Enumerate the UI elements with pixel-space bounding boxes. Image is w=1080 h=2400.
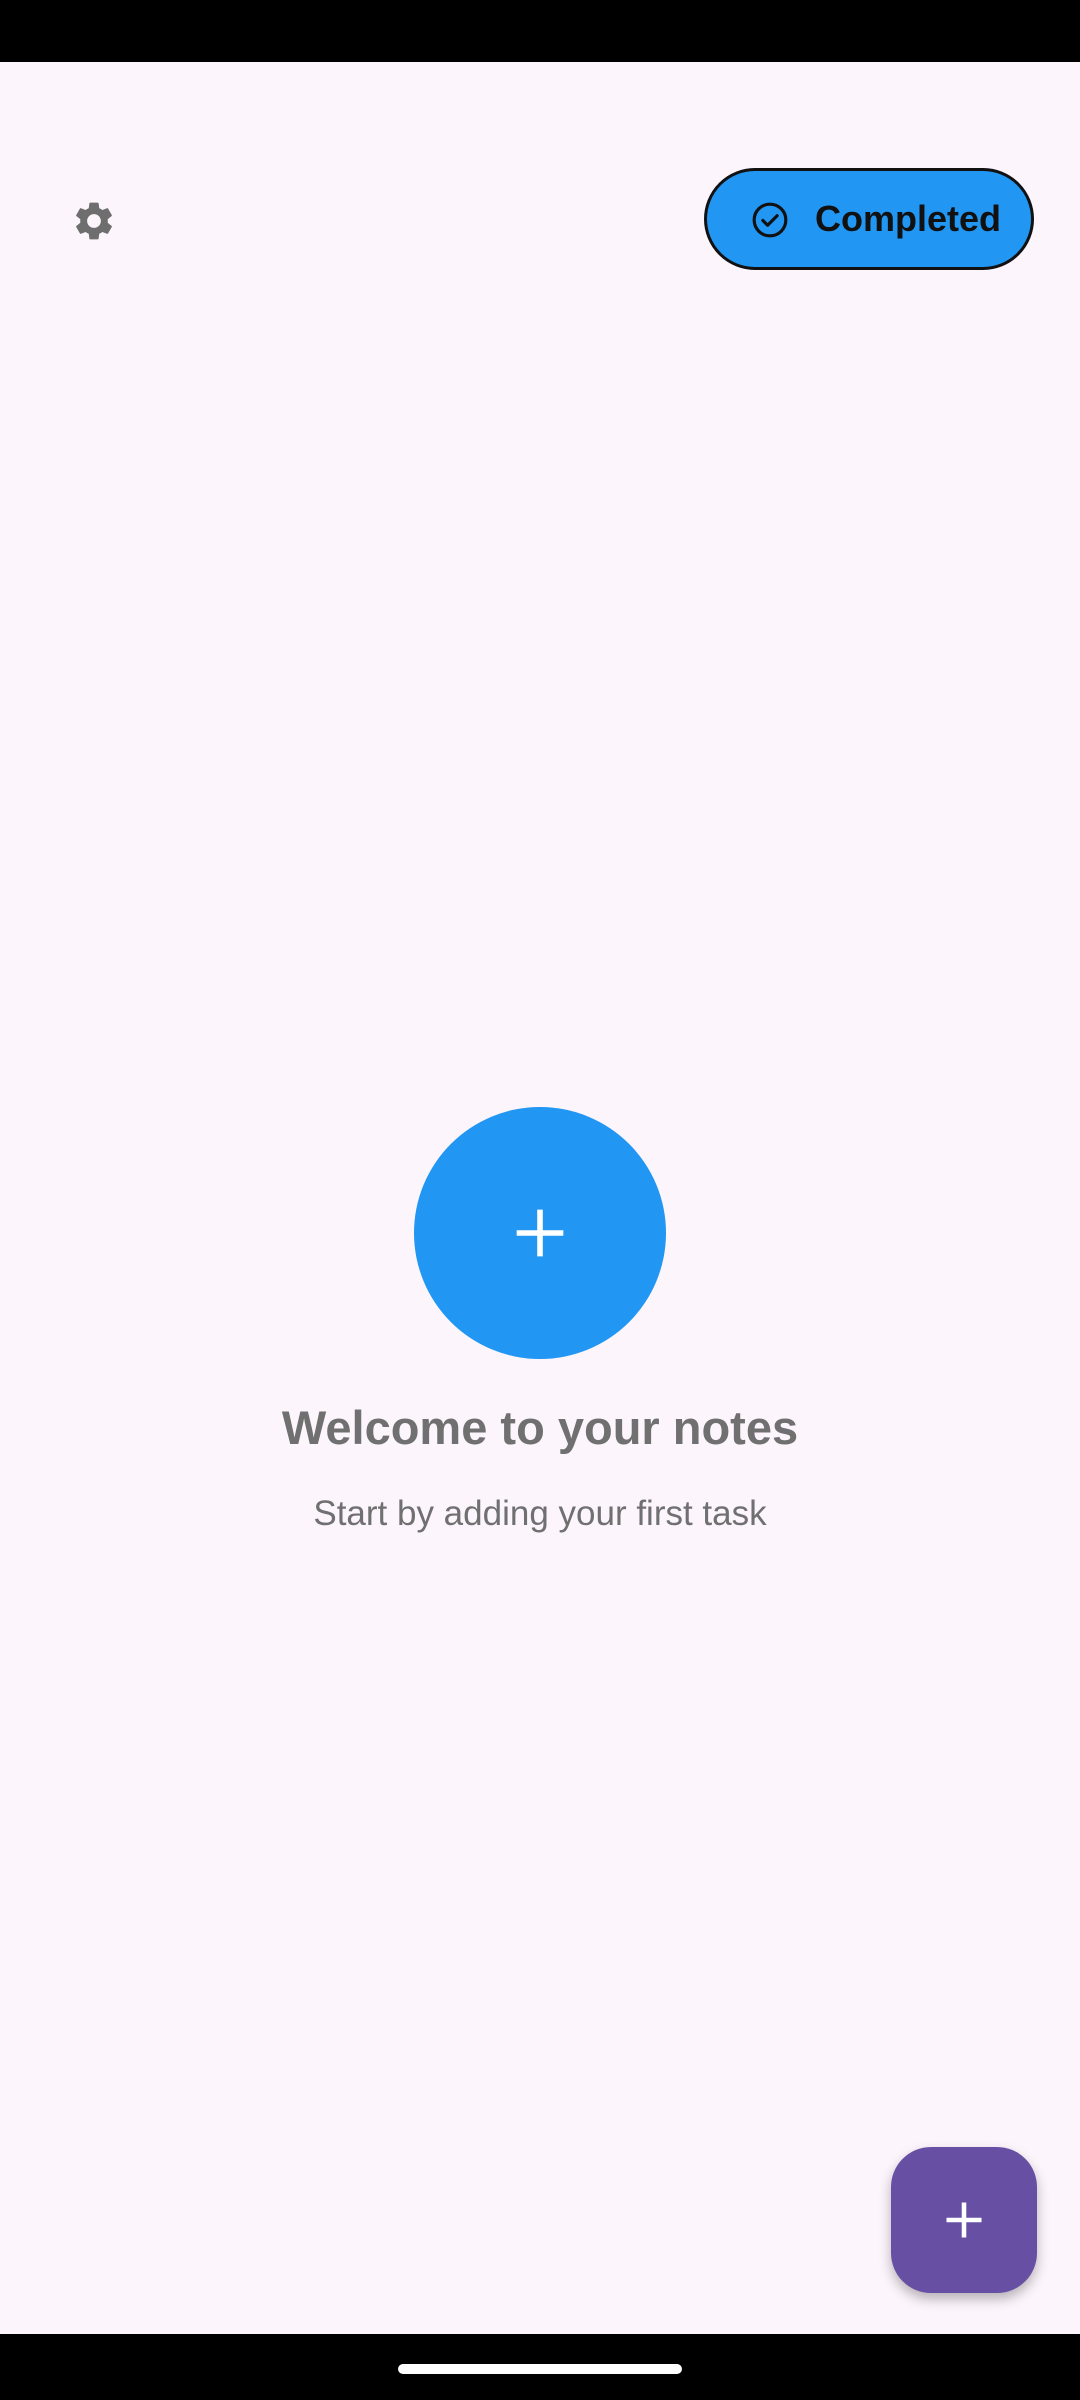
completed-filter-label: Completed: [815, 198, 1002, 239]
empty-state-title: Welcome to your notes: [281, 1401, 799, 1454]
gear-icon: [76, 202, 112, 240]
plus-icon: [516, 1209, 564, 1257]
check-circle-icon: [752, 202, 788, 238]
home-indicator[interactable]: [398, 2364, 682, 2374]
settings-button[interactable]: [54, 174, 134, 268]
completed-filter-button[interactable]: Completed: [704, 168, 1034, 270]
add-first-task-button[interactable]: [414, 1107, 666, 1359]
plus-icon: [946, 2202, 982, 2238]
empty-state-subtitle: Start by adding your first task: [313, 1494, 767, 1533]
status-bar: [0, 0, 1080, 62]
add-task-fab[interactable]: [891, 2147, 1037, 2293]
